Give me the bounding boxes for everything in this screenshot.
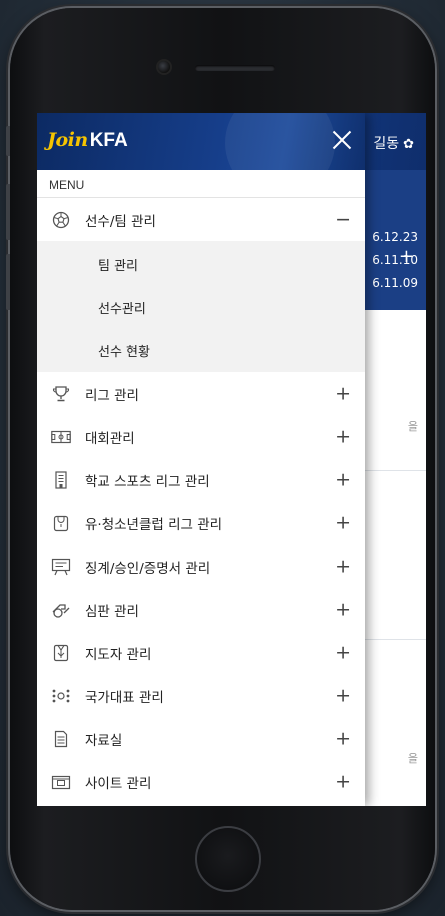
trophy-icon (51, 384, 71, 404)
menu-item-youth-club[interactable]: 유·청소년클럽 리그 관리 + (37, 502, 365, 545)
volume-up-button (6, 184, 10, 240)
national-team-icon (51, 686, 71, 706)
menu-item-label: 징계/승인/증명서 관리 (85, 560, 211, 577)
folder-site-icon (51, 772, 71, 792)
menu-item-label: 국가대표 관리 (85, 690, 164, 707)
earpiece-speaker (195, 65, 275, 71)
submenu-container: 팀 관리 선수관리 선수 현황 (37, 241, 365, 373)
expand-toggle[interactable]: + (335, 470, 351, 490)
menu-item-coach[interactable]: 지도자 관리 + (37, 631, 365, 674)
youth-jersey-icon (51, 513, 71, 533)
menu-item-label: 학교 스포츠 리그 관리 (85, 474, 210, 491)
menu-item-label: 유·청소년클럽 리그 관리 (85, 517, 223, 534)
mute-switch (6, 126, 10, 156)
menu-item-national-team[interactable]: 국가대표 관리 + (37, 675, 365, 718)
expand-toggle[interactable]: + (335, 686, 351, 706)
menu-item-label: 사이트 관리 (85, 776, 152, 793)
document-icon (51, 729, 71, 749)
expand-toggle[interactable]: + (335, 557, 351, 576)
close-icon[interactable] (329, 127, 355, 153)
expand-toggle[interactable]: + (335, 600, 351, 619)
expand-toggle[interactable]: + (335, 772, 351, 792)
menu-item-league[interactable]: 리그 관리 + (37, 372, 365, 415)
certificate-board-icon (51, 557, 71, 577)
expand-toggle[interactable]: + (335, 513, 351, 533)
submenu: 팀 관리 선수관리 선수 현황 (37, 241, 365, 373)
background-date: 6.11.10 (372, 253, 418, 267)
volume-down-button (6, 254, 10, 310)
side-drawer: Join KFA MENU 선수/팀 관리 − 팀 관리 선수관리 선수 현황 … (37, 113, 365, 806)
menu-item-site-admin[interactable]: 사이트 관리 + (37, 761, 365, 804)
background-card-text: 을 (407, 420, 418, 433)
expand-toggle[interactable]: + (335, 643, 351, 662)
menu-item-player-team[interactable]: 선수/팀 관리 − (37, 198, 365, 241)
submenu-item-player-status[interactable]: 선수 현황 (37, 329, 365, 372)
background-date: 6.12.23 (372, 230, 418, 244)
background-card-text: 을 (407, 752, 418, 765)
collapse-toggle[interactable]: − (335, 210, 351, 229)
menu-item-label: 선수/팀 관리 (85, 213, 156, 230)
menu-item-discipline-cert[interactable]: 징계/승인/증명서 관리 + (37, 545, 365, 588)
menu-item-label: 지도자 관리 (85, 646, 152, 663)
drawer-header: Join KFA (37, 113, 365, 170)
logo-kfa-text: KFA (89, 130, 128, 151)
menu-item-label: 대회관리 (85, 430, 135, 447)
soccer-ball-icon (51, 210, 71, 230)
menu-item-label: 리그 관리 (85, 387, 139, 404)
user-name: 길동 (373, 136, 400, 152)
menu-item-label: 심판 관리 (85, 603, 139, 620)
stage: 길동 ✿ + 6.12.23 6.11.10 6.11.09 을 을 Join … (0, 0, 445, 916)
coach-shirt-icon (51, 643, 71, 663)
menu-item-school-league[interactable]: 학교 스포츠 리그 관리 + (37, 459, 365, 502)
referee-whistle-icon (51, 600, 71, 620)
expand-toggle[interactable]: + (335, 427, 351, 446)
home-button[interactable] (195, 826, 261, 892)
menu-heading: MENU (37, 170, 365, 198)
menu-item-archive[interactable]: 자료실 + (37, 718, 365, 761)
logo-join-text: Join (47, 129, 88, 151)
submenu-item-team[interactable]: 팀 관리 (37, 241, 365, 286)
menu-item-label: 자료실 (85, 733, 123, 750)
scoreboard-icon (51, 427, 71, 447)
expand-toggle[interactable]: + (335, 384, 351, 403)
background-date: 6.11.09 (372, 276, 418, 290)
user-menu[interactable]: 길동 ✿ (373, 133, 414, 153)
menu-item-competition[interactable]: 대회관리 + (37, 415, 365, 458)
submenu-item-players[interactable]: 선수관리 (37, 286, 365, 329)
expand-toggle[interactable]: + (335, 729, 351, 749)
gear-icon[interactable]: ✿ (403, 137, 414, 152)
front-camera (158, 61, 170, 73)
phone-screen: 길동 ✿ + 6.12.23 6.11.10 6.11.09 을 을 Join … (37, 113, 426, 806)
school-building-icon (51, 470, 71, 490)
menu-list: 선수/팀 관리 − 팀 관리 선수관리 선수 현황 리그 관리 + 대회관리 +… (37, 198, 365, 804)
menu-item-referee[interactable]: 심판 관리 + (37, 588, 365, 631)
joinkfa-logo[interactable]: Join KFA (47, 129, 128, 152)
header-decoration (225, 113, 335, 170)
